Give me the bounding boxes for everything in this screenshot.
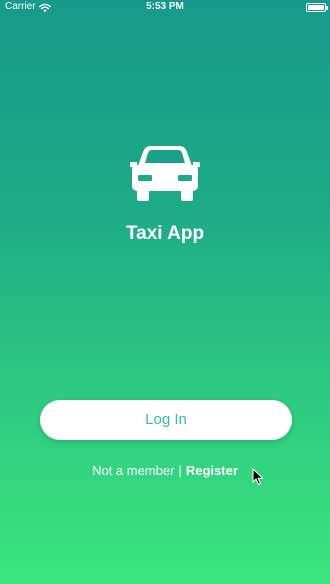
mouse-pointer-icon	[252, 468, 264, 486]
not-member-text: Not a member	[92, 463, 175, 478]
prompt-separator: |	[178, 463, 182, 478]
login-button[interactable]: Log In	[40, 400, 292, 440]
login-screen: Carrier 5:53 PM Taxi App Log In Not a me…	[0, 0, 330, 584]
status-bar: Carrier 5:53 PM	[0, 0, 330, 14]
battery-tip	[326, 6, 328, 10]
car-icon	[130, 146, 200, 201]
battery-level-fill	[308, 5, 324, 10]
status-time: 5:53 PM	[146, 1, 184, 12]
register-prompt: Not a member | Register	[0, 463, 330, 479]
register-link[interactable]: Register	[186, 463, 238, 478]
battery-icon	[306, 3, 328, 12]
app-title: Taxi App	[125, 223, 205, 244]
